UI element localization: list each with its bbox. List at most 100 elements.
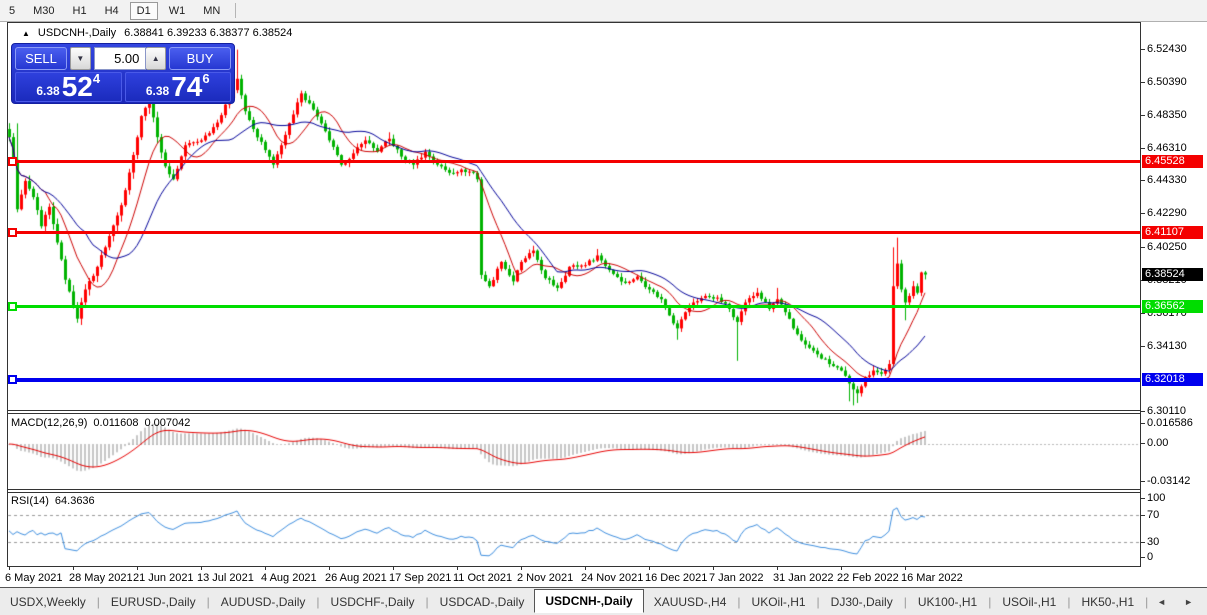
chart-tab-hk50[interactable]: HK50-,H1 [1071, 591, 1144, 613]
indicator-axis-label: 100 [1147, 492, 1166, 504]
date-axis-tick [265, 567, 266, 570]
date-axis-label: 31 Jan 2022 [773, 572, 834, 584]
price-axis-label: 6.40250 [1147, 240, 1187, 253]
price-level-badge: 6.36562 [1142, 299, 1203, 313]
bid-price-main: 52 [61, 71, 93, 102]
date-axis-label: 26 Aug 2021 [325, 572, 387, 584]
date-axis-label: 11 Oct 2021 [453, 572, 513, 584]
price-level-badge: 6.32018 [1142, 373, 1203, 387]
indicator-axis-label: -0.03142 [1147, 475, 1191, 487]
ask-price-pip: 6 [202, 71, 210, 86]
price-axis-label: 6.42290 [1147, 207, 1187, 220]
chart-tab-usdcad[interactable]: USDCAD-,Daily [430, 591, 535, 613]
indicator-axis-tick [1141, 481, 1145, 482]
date-axis-label: 16 Mar 2022 [901, 572, 963, 584]
resistance-line-2-handle[interactable] [8, 228, 17, 238]
date-axis-label: 22 Feb 2022 [837, 572, 899, 584]
rsi-indicator-label: RSI(14) 64.3636 [11, 495, 101, 507]
macd-value-signal: 0.007042 [144, 417, 191, 429]
price-axis-label: 6.30110 [1147, 404, 1186, 417]
price-axis-tick [1141, 410, 1145, 412]
chart-tab-usdchf[interactable]: USDCHF-,Daily [321, 591, 425, 613]
price-axis-label: 6.50390 [1147, 76, 1187, 89]
tab-scroll-left-icon[interactable]: ◄ [1157, 597, 1166, 607]
price-axis-tick [1141, 180, 1145, 182]
tab-separator: | [903, 595, 907, 609]
chart-tab-usoil[interactable]: USOil-,H1 [992, 591, 1066, 613]
trading-terminal-window: 5M30H1H4D1W1MN ▲ USDCNH-,Daily 6.38841 6… [0, 0, 1207, 615]
date-axis-label: 2 Nov 2021 [517, 572, 574, 584]
chart-tab-uk100[interactable]: UK100-,H1 [908, 591, 987, 613]
indicator-axis-label: 30 [1147, 536, 1160, 548]
price-axis-label: 6.44330 [1147, 174, 1187, 187]
price-axis-label: 6.34130 [1147, 339, 1187, 352]
indicator-axis-tick [1141, 542, 1145, 543]
one-click-trading-panel: SELL ▼ 5.00 ▲ BUY 6.38 52 4 6.38 74 6 [11, 43, 235, 104]
macd-indicator-label: MACD(12,26,9) 0.011608 0.007042 [11, 417, 196, 429]
indicator-axis-label: 70 [1147, 509, 1160, 521]
tab-separator: | [316, 595, 320, 609]
support-line-green[interactable] [8, 304, 1140, 308]
chart-tab-usdx[interactable]: USDX,Weekly [0, 591, 96, 613]
date-axis-tick [137, 567, 138, 570]
date-axis-tick [393, 567, 394, 570]
date-axis-label: 7 Jan 2022 [709, 572, 764, 584]
date-axis[interactable]: 6 May 2021 28 May 2021 21 Jun 2021 13 Jul 2… [5, 567, 1140, 586]
resistance-line-1[interactable] [8, 159, 1140, 163]
bid-price-prefix: 6.38 [36, 84, 60, 98]
date-axis-tick [585, 567, 586, 570]
indicator-axis-label: 0 [1147, 551, 1154, 563]
price-axis-label: 6.52430 [1147, 43, 1187, 56]
chart-tab-audusd[interactable]: AUDUSD-,Daily [211, 591, 316, 613]
date-axis-tick [521, 567, 522, 570]
indicator-axis-tick [1141, 557, 1145, 558]
indicator-axis-tick [1141, 515, 1145, 516]
date-axis-label: 4 Aug 2021 [261, 572, 317, 584]
chart-tab-ukoil[interactable]: UKOil-,H1 [742, 591, 816, 613]
date-axis-tick [777, 567, 778, 570]
price-axis[interactable]: 6.52430 6.50390 6.48350 6.46310 6.44330 6.422… [1141, 22, 1207, 567]
indicator-axis-label: 0.016586 [1147, 417, 1193, 429]
chart-tab-dj30[interactable]: DJ30-,Daily [821, 591, 903, 613]
price-level-badge: 6.41107 [1142, 226, 1203, 240]
collapse-panel-icon[interactable]: ▲ [22, 29, 30, 38]
volume-increase-button[interactable]: ▲ [146, 47, 167, 70]
support-line-green-handle[interactable] [8, 301, 17, 311]
date-axis-tick [841, 567, 842, 570]
tab-separator: | [737, 595, 741, 609]
tab-separator: | [988, 595, 992, 609]
tab-scroll-right-icon[interactable]: ► [1184, 597, 1193, 607]
bid-price-display[interactable]: 6.38 52 4 [15, 72, 122, 102]
date-axis-tick [73, 567, 74, 570]
ask-price-display[interactable]: 6.38 74 6 [124, 71, 231, 102]
support-line-blue-handle[interactable] [8, 375, 17, 385]
chart-tab-eurusd[interactable]: EURUSD-,Daily [101, 591, 206, 613]
volume-input[interactable]: 5.00 [93, 47, 147, 70]
date-axis-tick [329, 567, 330, 570]
price-level-badge: 6.45528 [1142, 154, 1203, 168]
indicator-axis-tick [1141, 498, 1145, 499]
buy-button[interactable]: BUY [169, 47, 232, 70]
indicator-axis-tick [1141, 423, 1145, 424]
tab-separator: | [1067, 595, 1071, 609]
resistance-line-2[interactable] [8, 231, 1140, 235]
current-price-badge: 6.38524 [1142, 268, 1203, 282]
resistance-line-1-handle[interactable] [8, 156, 17, 166]
rsi-name: RSI(14) [11, 495, 49, 507]
volume-decrease-button[interactable]: ▼ [70, 47, 91, 70]
chart-tab-xauusd[interactable]: XAUUSD-,H4 [644, 591, 737, 613]
price-axis-tick [1141, 82, 1145, 84]
chart-tab-usdcnh[interactable]: USDCNH-,Daily [534, 589, 644, 613]
date-axis-label: 24 Nov 2021 [581, 572, 644, 584]
rsi-value: 64.3636 [54, 495, 95, 507]
date-axis-tick [905, 567, 906, 570]
price-axis-label: 6.48350 [1147, 109, 1187, 122]
chart-header: ▲ USDCNH-,Daily 6.38841 6.39233 6.38377 … [22, 27, 292, 39]
date-axis-tick [457, 567, 458, 570]
price-axis-tick [1141, 246, 1145, 248]
sell-button[interactable]: SELL [15, 47, 67, 70]
support-line-blue[interactable] [8, 377, 1140, 382]
date-axis-tick [649, 567, 650, 570]
chart-tabs: USDX,Weekly | EURUSD-,Daily | AUDUSD-,Daily |… [0, 589, 1149, 613]
price-axis-tick [1141, 213, 1145, 215]
